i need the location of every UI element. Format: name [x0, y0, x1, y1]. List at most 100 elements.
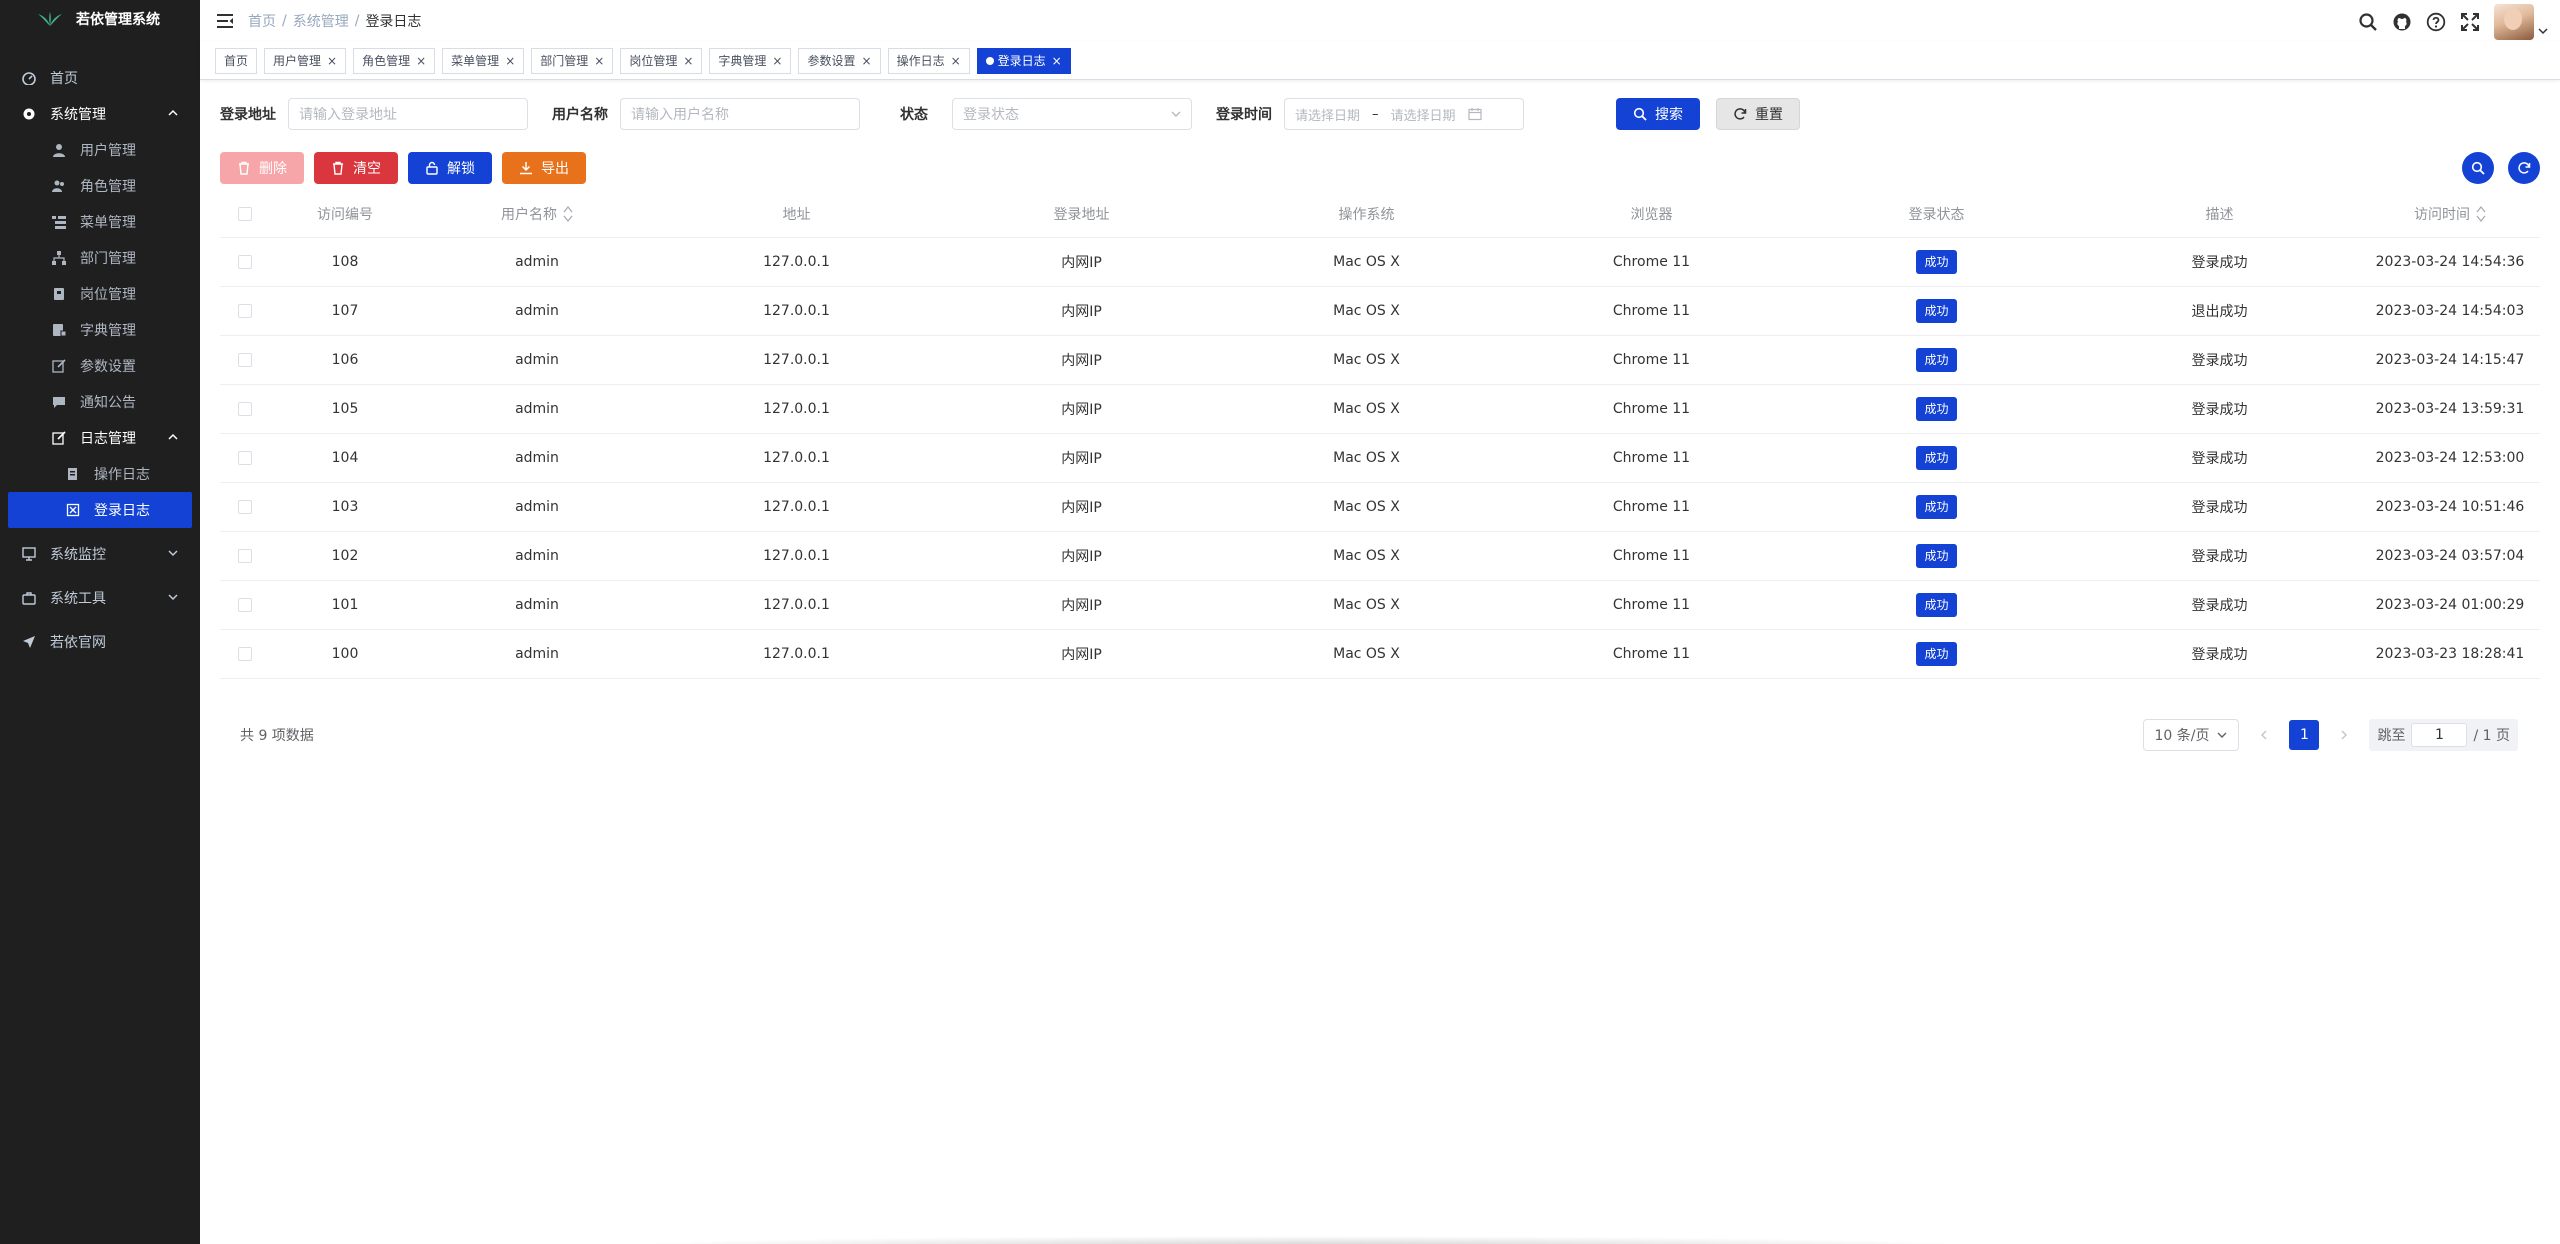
- cell-value: Chrome 11: [1612, 254, 1691, 270]
- table-row[interactable]: 100 admin 127.0.0.1 内网IP Mac OS X Chrome 11 成功…: [220, 630, 2540, 679]
- sidebar-item-system[interactable]: 系统管理: [0, 96, 200, 132]
- tag-dict[interactable]: 字典管理 ×: [709, 47, 792, 74]
- start-date-input[interactable]: 请选择日期: [1295, 105, 1360, 124]
- sidebar-item-dict[interactable]: 字典管理: [0, 312, 200, 348]
- prev-page-button[interactable]: [2249, 719, 2279, 751]
- refresh-button[interactable]: [2508, 152, 2540, 184]
- sidebar-item-post[interactable]: 岗位管理: [0, 276, 200, 312]
- tag-dept[interactable]: 部门管理 ×: [531, 47, 614, 74]
- question-icon[interactable]: [2426, 12, 2446, 32]
- close-icon[interactable]: ×: [862, 54, 872, 68]
- row-checkbox[interactable]: [238, 647, 252, 661]
- caret-down-icon[interactable]: [2538, 27, 2548, 35]
- close-icon[interactable]: ×: [1052, 54, 1062, 68]
- breadcrumb-section[interactable]: 系统管理: [293, 11, 349, 31]
- sidebar-item-log[interactable]: 日志管理: [0, 420, 200, 456]
- close-icon[interactable]: ×: [594, 54, 604, 68]
- search-icon[interactable]: [2358, 12, 2378, 32]
- tag-logininfor[interactable]: 登录日志 ×: [976, 47, 1071, 74]
- avatar[interactable]: [2494, 4, 2534, 40]
- close-icon[interactable]: ×: [416, 54, 426, 68]
- sidebar-item-menu[interactable]: 菜单管理: [0, 204, 200, 240]
- date-range-picker[interactable]: 请选择日期 – 请选择日期: [1284, 98, 1524, 130]
- table-row[interactable]: 107 admin 127.0.0.1 内网IP Mac OS X Chrome 11 成功…: [220, 287, 2540, 336]
- search-button[interactable]: 搜索: [1616, 98, 1700, 130]
- clean-button[interactable]: 清空: [314, 152, 398, 184]
- hamburger-icon[interactable]: [216, 13, 234, 29]
- sidebar: 若依管理系统 首页 系统管理 用户管理 角色管理 菜单管理 部门管理 岗位管理 …: [0, 0, 200, 1244]
- github-icon[interactable]: [2392, 12, 2412, 32]
- username-input[interactable]: 请输入用户名称: [620, 98, 860, 130]
- tag-post[interactable]: 岗位管理 ×: [620, 47, 703, 74]
- status-select[interactable]: 登录状态: [952, 98, 1192, 130]
- sidebar-item-logininfor[interactable]: 登录日志: [8, 492, 192, 528]
- ipaddr-input[interactable]: 请输入登录地址: [288, 98, 528, 130]
- chevron-down-icon: [1171, 111, 1181, 117]
- tag-menu[interactable]: 菜单管理 ×: [442, 47, 525, 74]
- table-row[interactable]: 101 admin 127.0.0.1 内网IP Mac OS X Chrome 11 成功…: [220, 581, 2540, 630]
- jump-page-input[interactable]: 1: [2411, 723, 2468, 747]
- close-icon[interactable]: ×: [951, 54, 961, 68]
- logo[interactable]: 若依管理系统: [0, 0, 200, 38]
- table-row[interactable]: 105 admin 127.0.0.1 内网IP Mac OS X Chrome 11 成功…: [220, 385, 2540, 434]
- column-header[interactable]: 用户名称: [420, 190, 654, 237]
- table-row[interactable]: 106 admin 127.0.0.1 内网IP Mac OS X Chrome 11 成功…: [220, 336, 2540, 385]
- tag-user[interactable]: 用户管理 ×: [264, 47, 347, 74]
- sidebar-item-notice[interactable]: 通知公告: [0, 384, 200, 420]
- toggle-search-button[interactable]: [2462, 152, 2494, 184]
- table-cell: 103: [270, 483, 420, 531]
- select-all-checkbox[interactable]: [238, 206, 252, 221]
- sidebar-item-user[interactable]: 用户管理: [0, 132, 200, 168]
- sort-icon[interactable]: [2476, 205, 2486, 223]
- sidebar-item-website[interactable]: 若依官网: [0, 624, 200, 660]
- close-icon[interactable]: ×: [772, 54, 782, 68]
- table-row[interactable]: 108 admin 127.0.0.1 内网IP Mac OS X Chrome 11 成功…: [220, 238, 2540, 287]
- tag-config[interactable]: 参数设置 ×: [798, 47, 881, 74]
- row-checkbox[interactable]: [238, 451, 252, 465]
- table-cell: Mac OS X: [1224, 630, 1509, 678]
- cell-value: 100: [331, 646, 359, 662]
- row-checkbox[interactable]: [238, 255, 252, 269]
- table-row[interactable]: 104 admin 127.0.0.1 内网IP Mac OS X Chrome 11 成功…: [220, 434, 2540, 483]
- page-size-select[interactable]: 10 条/页: [2143, 719, 2240, 751]
- row-checkbox[interactable]: [238, 598, 252, 612]
- close-icon[interactable]: ×: [683, 54, 693, 68]
- reset-button[interactable]: 重置: [1716, 98, 1800, 130]
- table-row[interactable]: 102 admin 127.0.0.1 内网IP Mac OS X Chrome 11 成功…: [220, 532, 2540, 581]
- tag-operlog[interactable]: 操作日志 ×: [887, 47, 970, 74]
- sidebar-item-monitor[interactable]: 系统监控: [0, 536, 200, 572]
- fullscreen-icon[interactable]: [2460, 12, 2480, 32]
- sort-icon[interactable]: [563, 205, 573, 223]
- close-icon[interactable]: ×: [327, 54, 337, 68]
- delete-button[interactable]: 删除: [220, 152, 304, 184]
- sidebar-item-config[interactable]: 参数设置: [0, 348, 200, 384]
- search-button-label: 搜索: [1655, 107, 1683, 123]
- row-checkbox[interactable]: [238, 500, 252, 514]
- table-cell: 登录成功: [2079, 532, 2360, 580]
- sidebar-item-role[interactable]: 角色管理: [0, 168, 200, 204]
- unlock-button[interactable]: 解锁: [408, 152, 492, 184]
- column-header[interactable]: 访问时间: [2360, 190, 2540, 237]
- column-header-label: 访问时间: [2414, 206, 2470, 223]
- next-page-button[interactable]: [2329, 719, 2359, 751]
- export-button[interactable]: 导出: [502, 152, 586, 184]
- sidebar-item-home[interactable]: 首页: [0, 60, 200, 96]
- tag-label: 部门管理: [540, 54, 589, 68]
- sidebar-item-tool[interactable]: 系统工具: [0, 580, 200, 616]
- sidebar-item-operlog[interactable]: 操作日志: [0, 456, 200, 492]
- breadcrumb-home[interactable]: 首页: [248, 11, 276, 31]
- cell-value: Mac OS X: [1333, 352, 1400, 368]
- sidebar-item-dept[interactable]: 部门管理: [0, 240, 200, 276]
- page-number[interactable]: 1: [2289, 720, 2320, 750]
- close-icon[interactable]: ×: [505, 54, 515, 68]
- total-pages: / 1 页: [2473, 728, 2510, 744]
- row-checkbox[interactable]: [238, 353, 252, 367]
- end-date-input[interactable]: 请选择日期: [1391, 105, 1456, 124]
- tag-role[interactable]: 角色管理 ×: [353, 47, 436, 74]
- row-checkbox[interactable]: [238, 402, 252, 416]
- tag-home[interactable]: 首页: [215, 47, 258, 74]
- cell-value: 登录成功: [2191, 353, 2248, 369]
- table-row[interactable]: 103 admin 127.0.0.1 内网IP Mac OS X Chrome 11 成功…: [220, 483, 2540, 532]
- row-checkbox[interactable]: [238, 549, 252, 563]
- row-checkbox[interactable]: [238, 304, 252, 318]
